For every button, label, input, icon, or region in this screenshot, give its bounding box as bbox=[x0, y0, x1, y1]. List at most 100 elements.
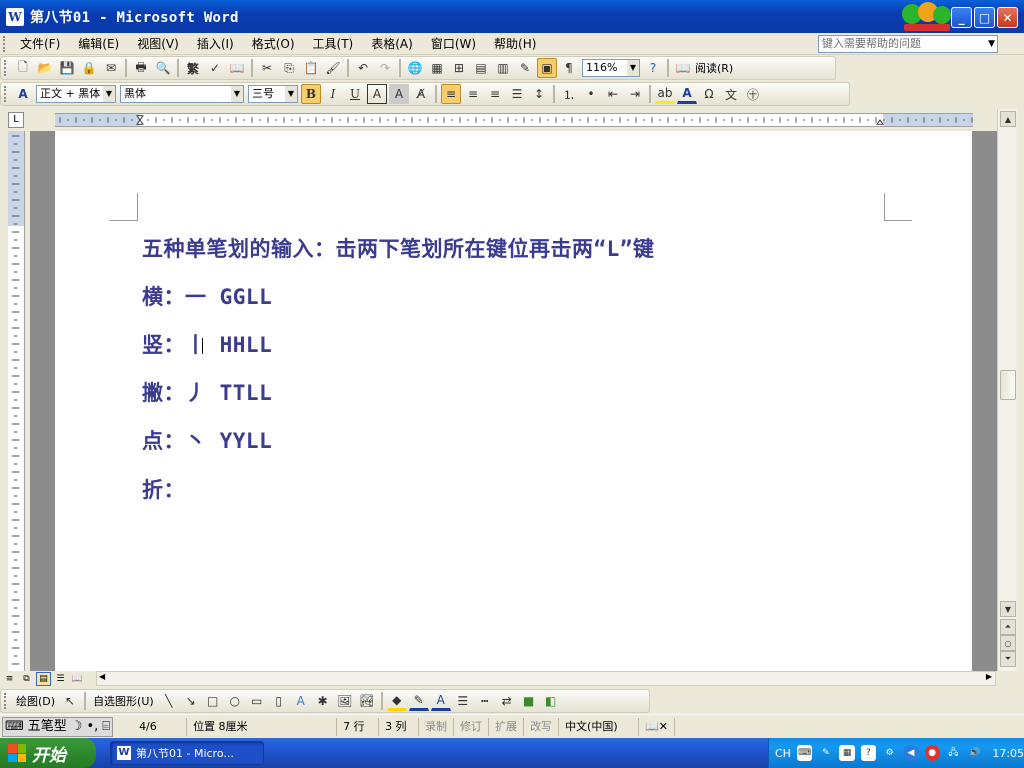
oval-icon[interactable]: ○ bbox=[225, 691, 245, 711]
bold-icon[interactable]: B bbox=[301, 84, 321, 104]
drawing-icon[interactable]: ✎ bbox=[515, 58, 535, 78]
print-layout-view-icon[interactable]: ▤ bbox=[36, 672, 51, 686]
ime-logo-icon[interactable]: ⌨ bbox=[3, 718, 26, 736]
traditional-chinese-icon[interactable]: 繁 bbox=[183, 58, 203, 78]
toolbar-grip[interactable] bbox=[4, 60, 8, 76]
chevron-down-icon[interactable]: ▼ bbox=[231, 86, 243, 102]
character-shading-icon[interactable]: A bbox=[389, 84, 409, 104]
insert-excel-icon[interactable]: ▤ bbox=[471, 58, 491, 78]
align-center-icon[interactable]: ≡ bbox=[463, 84, 483, 104]
print-preview-icon[interactable]: 🔍 bbox=[153, 58, 173, 78]
symbol-icon[interactable]: Ω bbox=[699, 84, 719, 104]
network-icon[interactable]: 🖧 bbox=[946, 745, 961, 761]
tray-language[interactable]: CH bbox=[775, 747, 791, 760]
tables-borders-icon[interactable]: ▦ bbox=[427, 58, 447, 78]
3d-style-icon[interactable]: ◧ bbox=[541, 691, 561, 711]
text-box-icon[interactable]: ▭ bbox=[247, 691, 267, 711]
character-border-icon[interactable]: A bbox=[367, 84, 387, 104]
spelling-icon[interactable]: ✓ bbox=[205, 58, 225, 78]
start-button[interactable]: 开始 bbox=[0, 738, 96, 768]
soft-keyboard-icon[interactable]: ⌸ bbox=[100, 718, 112, 736]
font-color-icon[interactable]: A bbox=[677, 84, 697, 104]
document-map-icon[interactable]: ▣ bbox=[537, 58, 557, 78]
word-app-icon[interactable]: W bbox=[6, 8, 24, 26]
menu-file[interactable]: 文件(F) bbox=[11, 34, 69, 54]
diagram-icon[interactable]: ✱ bbox=[313, 691, 333, 711]
cut-icon[interactable]: ✂ bbox=[257, 58, 277, 78]
fill-color-icon[interactable]: ◆ bbox=[386, 691, 407, 711]
security-icon[interactable]: ● bbox=[924, 745, 940, 761]
document-area[interactable]: 五种单笔划的输入：击两下笔划所在键位再击两“L”键 横：一 GGLL 竖：丨 H… bbox=[30, 131, 997, 671]
reading-view-icon[interactable]: 📖 bbox=[70, 672, 85, 686]
wordart-icon[interactable]: A bbox=[291, 691, 311, 711]
tab-selector[interactable]: L bbox=[8, 112, 24, 128]
menu-table[interactable]: 表格(A) bbox=[362, 34, 422, 54]
print-icon[interactable]: 🖶 bbox=[131, 58, 151, 78]
ime-name[interactable]: 五笔型 bbox=[26, 718, 69, 736]
highlight-icon[interactable]: ab bbox=[655, 84, 675, 104]
permission-icon[interactable]: 🔒 bbox=[79, 58, 99, 78]
status-track-changes[interactable]: 修订 bbox=[454, 717, 490, 736]
vertical-text-box-icon[interactable]: ▯ bbox=[269, 691, 289, 711]
copy-icon[interactable]: ⎘ bbox=[279, 58, 299, 78]
arrow-style-icon[interactable]: ⇄ bbox=[497, 691, 517, 711]
italic-icon[interactable]: I bbox=[323, 84, 343, 104]
enclose-characters-icon[interactable]: ㊉ bbox=[743, 84, 763, 104]
status-overtype[interactable]: 改写 bbox=[524, 717, 560, 736]
normal-view-icon[interactable]: ≡ bbox=[2, 672, 17, 686]
taskbar-word-button[interactable]: W 第八节01 - Micro... bbox=[110, 741, 264, 765]
bullets-icon[interactable]: • bbox=[581, 84, 601, 104]
status-extend[interactable]: 扩展 bbox=[489, 717, 525, 736]
scroll-left-icon[interactable]: ◀ bbox=[99, 672, 105, 681]
line-spacing-icon[interactable]: ↕ bbox=[529, 84, 549, 104]
doc-line-2[interactable]: 横：一 GGLL bbox=[142, 281, 272, 311]
zoom-select[interactable]: 116% ▼ bbox=[582, 59, 640, 77]
help-icon[interactable]: ? bbox=[643, 58, 663, 78]
document-page[interactable]: 五种单笔划的输入：击两下笔划所在键位再击两“L”键 横：一 GGLL 竖：丨 H… bbox=[55, 131, 972, 671]
options-icon[interactable]: ⚙ bbox=[882, 745, 897, 761]
save-icon[interactable]: 💾 bbox=[57, 58, 77, 78]
email-icon[interactable]: ✉ bbox=[101, 58, 121, 78]
status-record[interactable]: 录制 bbox=[419, 717, 455, 736]
redo-icon[interactable]: ↷ bbox=[375, 58, 395, 78]
insert-table-icon[interactable]: ⊞ bbox=[449, 58, 469, 78]
horizontal-scrollbar[interactable]: ◀ ▶ bbox=[96, 671, 996, 686]
volume-icon[interactable]: 🔊 bbox=[967, 745, 982, 761]
doc-line-4[interactable]: 撇：丿 TTLL bbox=[142, 377, 272, 407]
font-color-icon[interactable]: A bbox=[430, 691, 451, 711]
menu-window[interactable]: 窗口(W) bbox=[422, 34, 485, 54]
title-bar[interactable]: W 第八节01 - Microsoft Word _ □ ✕ bbox=[0, 0, 1024, 34]
decrease-indent-icon[interactable]: ⇤ bbox=[603, 84, 623, 104]
web-view-icon[interactable]: ⧉ bbox=[19, 672, 34, 686]
menu-edit[interactable]: 编辑(E) bbox=[69, 34, 128, 54]
autoshapes-menu-button[interactable]: 自选图形(U) bbox=[93, 693, 154, 709]
doc-line-5[interactable]: 点：丶 YYLL bbox=[142, 425, 272, 455]
help-tray-icon[interactable]: ? bbox=[860, 745, 877, 761]
distributed-icon[interactable]: ☰ bbox=[507, 84, 527, 104]
align-right-icon[interactable]: ≡ bbox=[485, 84, 505, 104]
ime-toolbar[interactable]: ⌨ 五笔型 ☽ •, ⌸ bbox=[2, 716, 114, 737]
show-hide-icon[interactable]: ¶ bbox=[559, 58, 579, 78]
new-document-icon[interactable]: 🗋 bbox=[13, 58, 33, 78]
ime-menu-icon[interactable]: ▦ bbox=[839, 745, 855, 761]
open-folder-icon[interactable]: 📂 bbox=[35, 58, 55, 78]
keyboard-icon[interactable]: ⌨ bbox=[796, 745, 813, 761]
shadow-style-icon[interactable]: ■ bbox=[519, 691, 539, 711]
rectangle-icon[interactable]: □ bbox=[203, 691, 223, 711]
paste-icon[interactable]: 📋 bbox=[301, 58, 321, 78]
toolbar-grip[interactable] bbox=[4, 86, 8, 102]
line-color-icon[interactable]: ✎ bbox=[408, 691, 429, 711]
minimize-button[interactable]: _ bbox=[951, 7, 972, 28]
underline-icon[interactable]: U bbox=[345, 84, 365, 104]
character-scaling-icon[interactable]: A̸ bbox=[411, 84, 431, 104]
styles-formatting-icon[interactable]: A bbox=[13, 84, 33, 104]
vertical-ruler[interactable] bbox=[8, 131, 25, 671]
columns-icon[interactable]: ▥ bbox=[493, 58, 513, 78]
chevron-down-icon[interactable]: ▼ bbox=[988, 36, 995, 52]
font-select[interactable]: 黑体 ▼ bbox=[120, 85, 244, 103]
menu-help[interactable]: 帮助(H) bbox=[485, 34, 545, 54]
select-objects-icon[interactable]: ↖ bbox=[60, 691, 80, 711]
increase-indent-icon[interactable]: ⇥ bbox=[625, 84, 645, 104]
scroll-right-icon[interactable]: ▶ bbox=[986, 672, 992, 681]
font-size-select[interactable]: 三号 ▼ bbox=[248, 85, 298, 103]
